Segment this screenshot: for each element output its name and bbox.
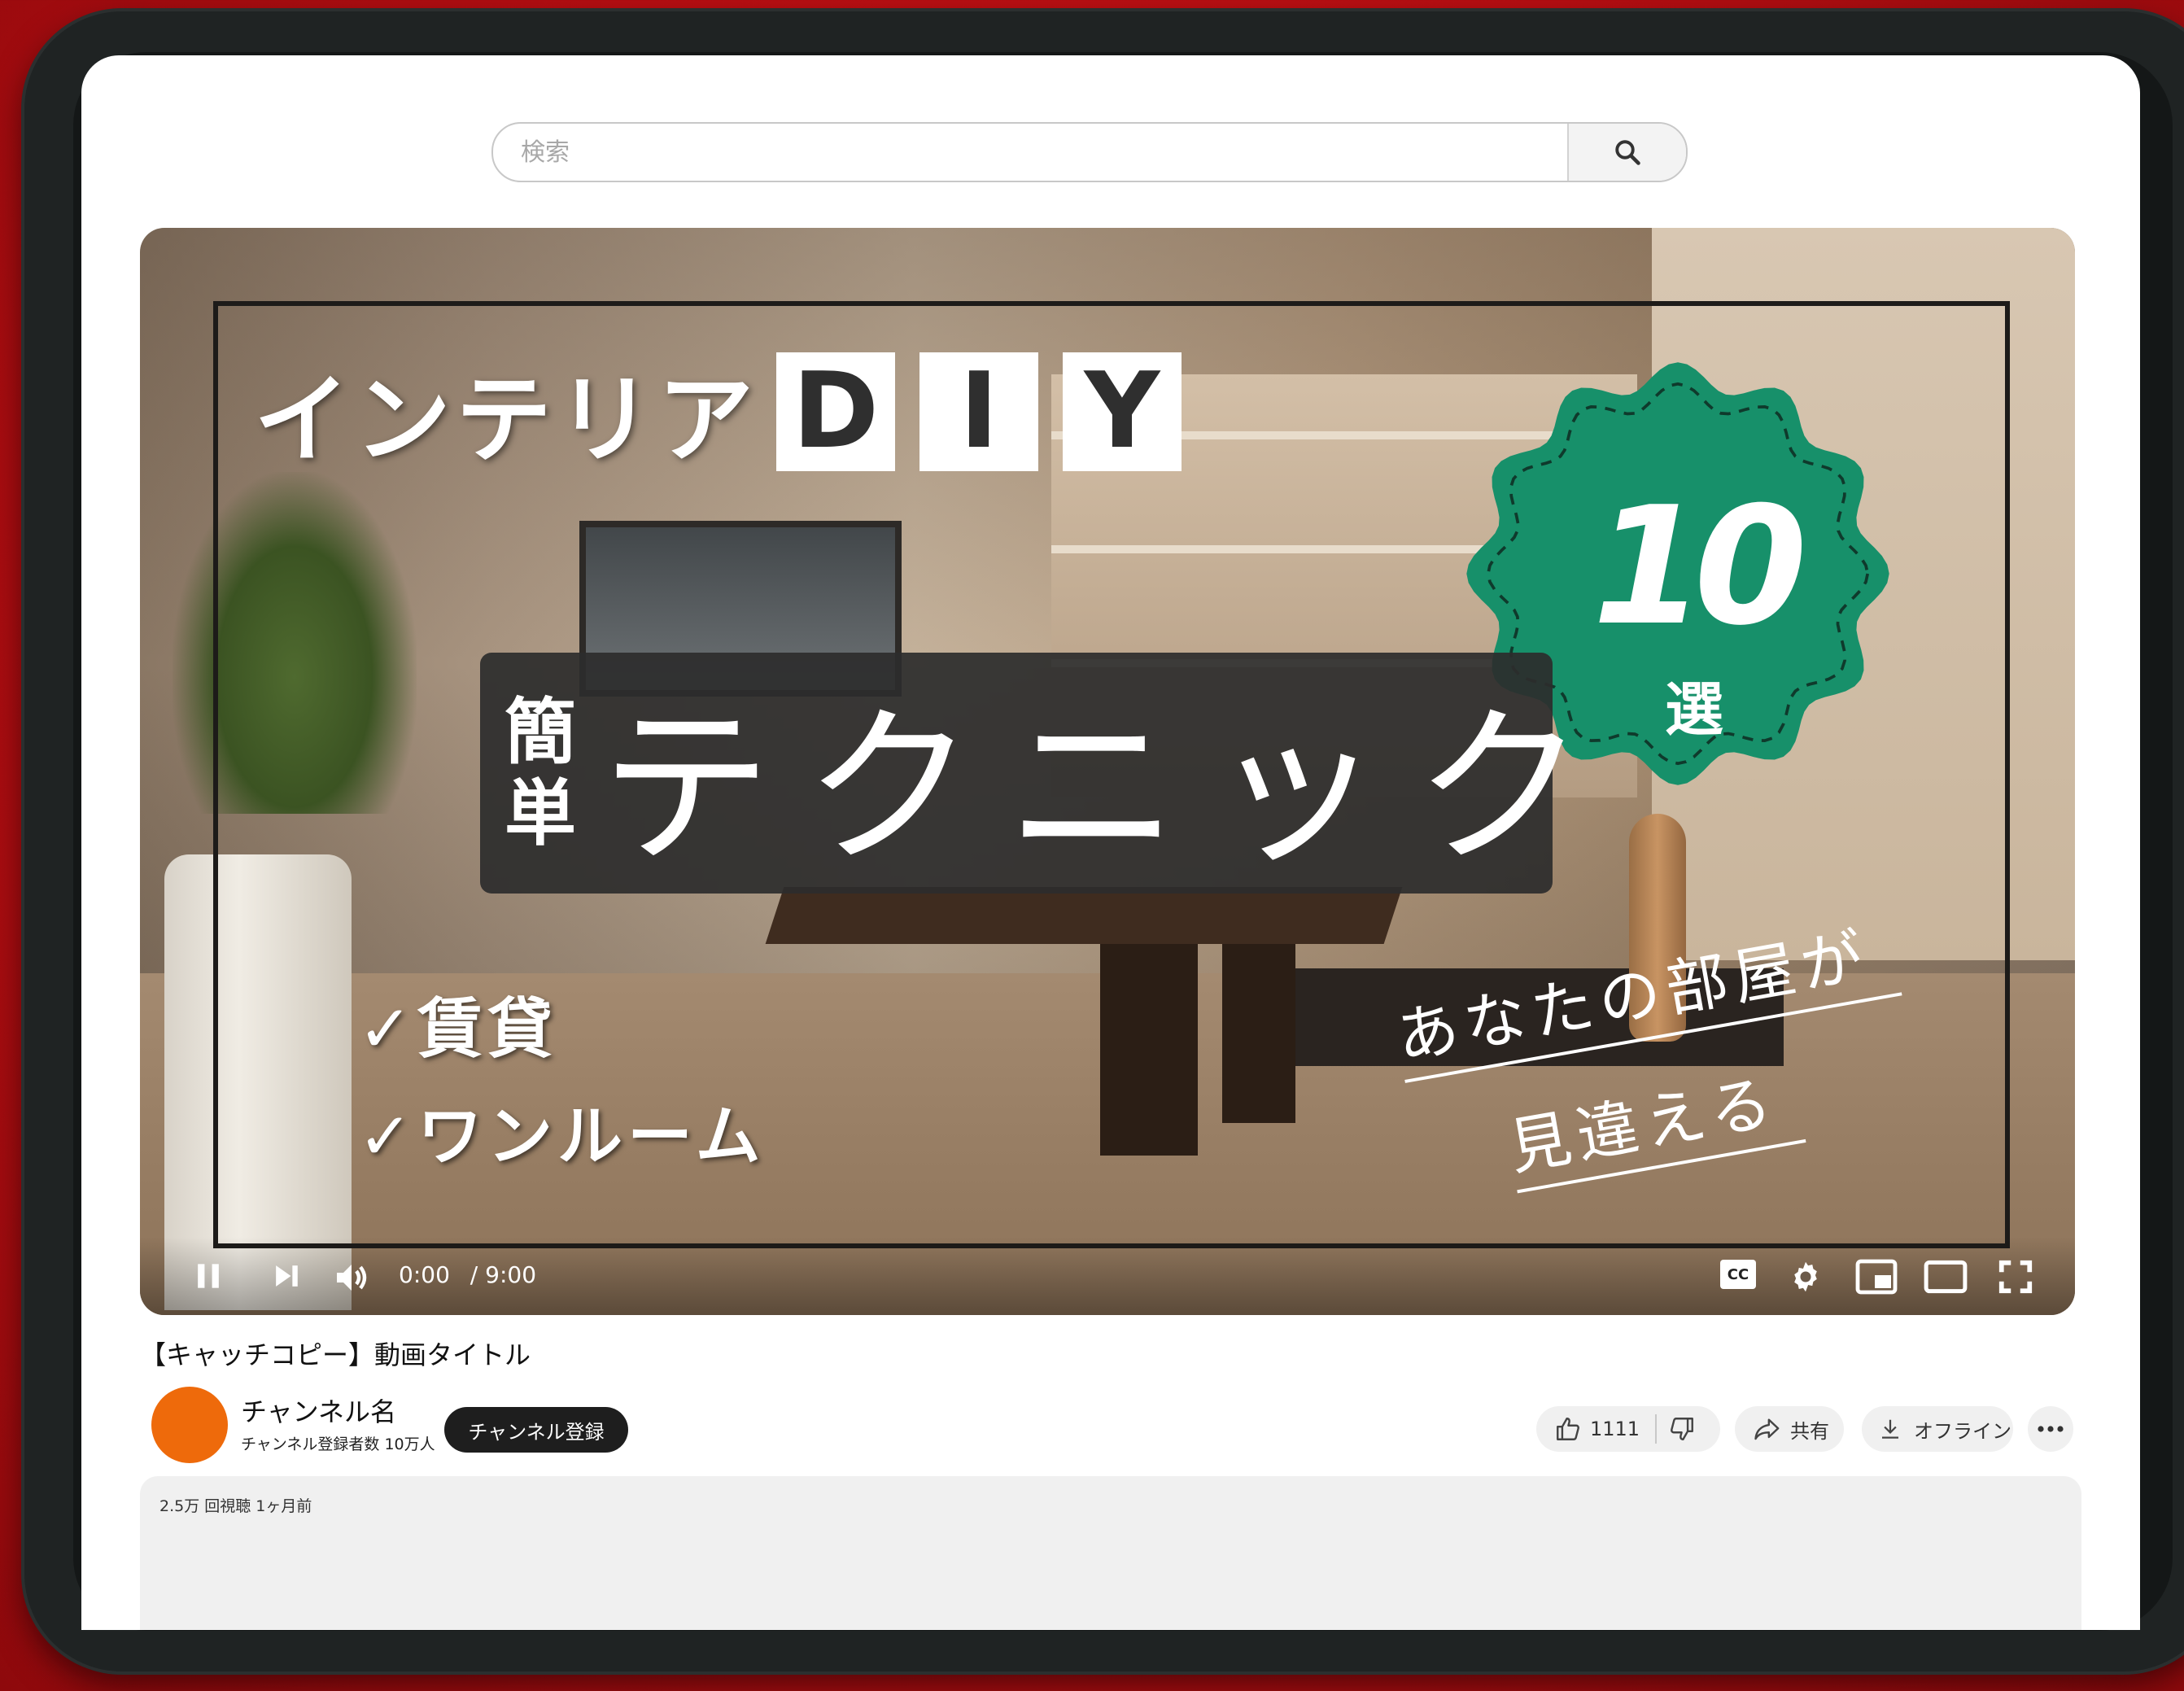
share-button[interactable]: 共有 [1735, 1406, 1844, 1452]
thumb-handwritten-copy: あなたの部屋が 見違える [1388, 901, 1902, 1194]
thumb-diy-letter: I [919, 351, 1039, 472]
thumb-check-item: ✓ワンルーム [358, 1099, 766, 1174]
description-box[interactable]: 2.5万 回視聴 1ヶ月前 [140, 1476, 2081, 1630]
fullscreen-icon[interactable] [1997, 1258, 2034, 1296]
thumb-technic-text: テクニック [601, 688, 1618, 888]
search-bar [491, 122, 1688, 182]
channel-avatar[interactable] [151, 1387, 228, 1463]
technic-small-char: 簡 [505, 690, 577, 774]
next-icon[interactable] [269, 1258, 304, 1294]
cc-icon[interactable]: CC [1720, 1260, 1756, 1289]
thumb-technic-small: 簡 単 [505, 692, 576, 854]
pause-icon[interactable] [190, 1258, 226, 1294]
cc-label: CC [1727, 1265, 1749, 1283]
thumbs-up-icon [1557, 1418, 1579, 1440]
app-screen: インテリア D I Y 10 選 簡 単 テクニック ✓賃貸 ✓ワンルーム あなた… [81, 55, 2140, 1630]
like-dislike-group: 1111 [1536, 1406, 1720, 1452]
more-actions-button[interactable] [2028, 1406, 2073, 1452]
badge-suffix: 選 [1664, 675, 1723, 744]
thumb-diy-letter: D [776, 351, 896, 472]
offline-label: オフライン [1914, 1419, 2011, 1443]
like-button[interactable]: 1111 [1536, 1415, 1652, 1443]
duration: / 9:00 [470, 1261, 537, 1288]
video-title: 【キャッチコピー】動画タイトル [140, 1339, 531, 1370]
subscriber-count: チャンネル登録者数 10万人 [241, 1435, 435, 1453]
player-controls: 0:00 / 9:00 CC [140, 1237, 2075, 1315]
badge-number: 10 [1592, 472, 1807, 662]
technic-small-char: 単 [505, 771, 577, 855]
time-display: 0:00 / 9:00 [399, 1261, 536, 1288]
current-time: 0:00 [399, 1261, 450, 1288]
search-input[interactable] [493, 124, 1567, 181]
theater-icon[interactable] [1924, 1258, 1968, 1296]
thumb-title: インテリア D I Y [254, 342, 1182, 481]
view-count-and-date: 2.5万 回視聴 1ヶ月前 [159, 1497, 312, 1515]
search-icon [1615, 140, 1640, 165]
subscribe-button[interactable]: チャンネル登録 [444, 1407, 628, 1453]
more-icon [2038, 1426, 2064, 1432]
volume-icon[interactable] [332, 1258, 371, 1297]
settings-icon[interactable] [1787, 1258, 1824, 1296]
thumb-diy-letter: Y [1063, 351, 1182, 472]
search-button[interactable] [1567, 124, 1686, 181]
channel-name[interactable]: チャンネル名 [241, 1392, 396, 1429]
share-label: 共有 [1790, 1419, 1829, 1443]
like-count: 1111 [1590, 1418, 1640, 1440]
miniplayer-icon[interactable] [1855, 1258, 1898, 1296]
thumb-technic-box: 簡 単 テクニック [480, 653, 1585, 894]
video-player[interactable]: インテリア D I Y 10 選 簡 単 テクニック ✓賃貸 ✓ワンルーム あなた… [140, 228, 2075, 1315]
like-divider [1655, 1414, 1657, 1444]
thumb-checklist: ✓賃貸 ✓ワンルーム [358, 977, 766, 1191]
thumb-title-text: インテリア [254, 364, 759, 476]
share-icon [1754, 1418, 1780, 1440]
thumbs-down-icon[interactable] [1668, 1415, 1696, 1443]
thumb-check-item: ✓賃貸 [358, 991, 558, 1067]
download-icon [1882, 1419, 1898, 1439]
offline-button[interactable]: オフライン [1862, 1406, 2013, 1452]
